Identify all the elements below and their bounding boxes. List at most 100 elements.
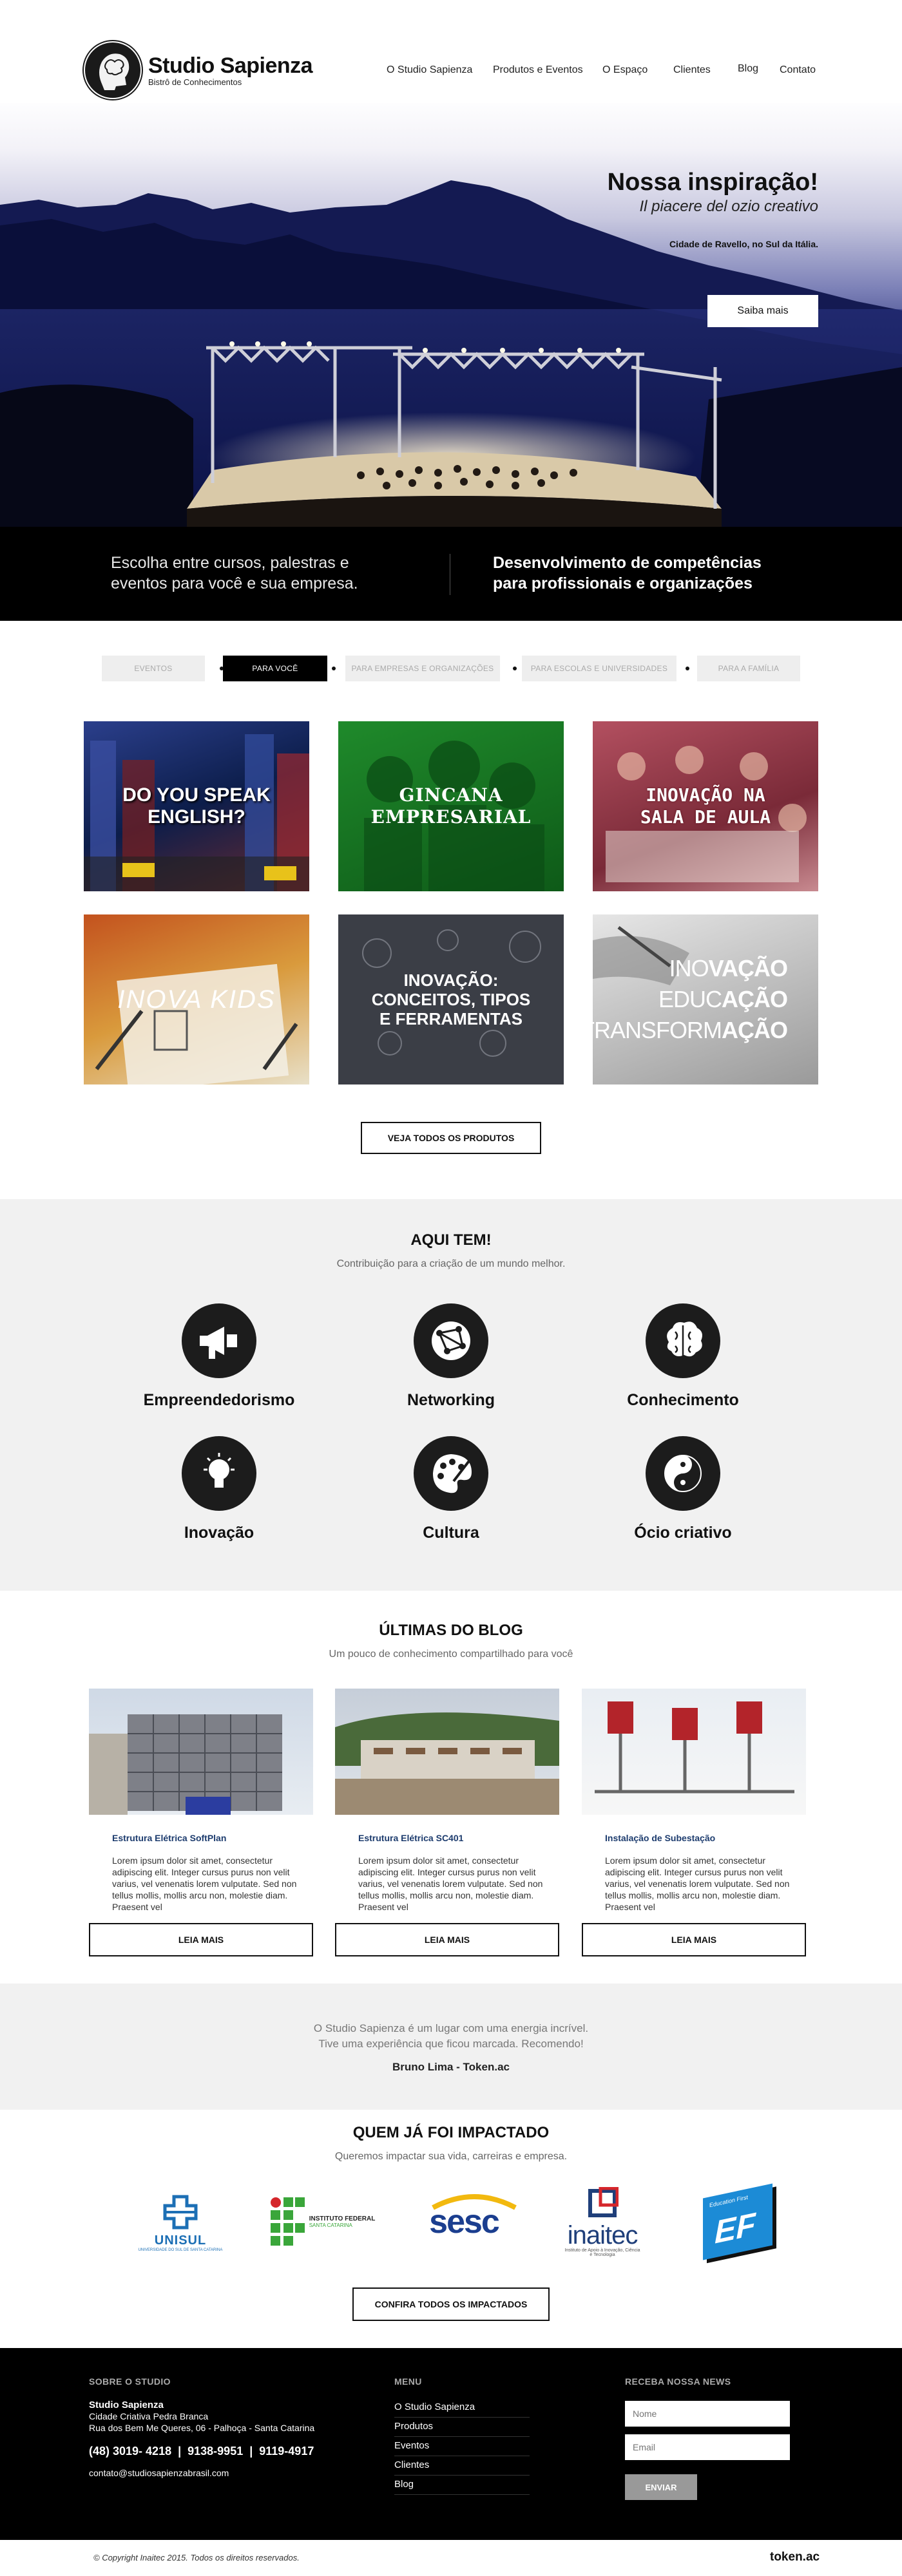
partner-caption: Education First: [709, 2193, 749, 2209]
tab-eventos[interactable]: Eventos: [102, 656, 205, 681]
partners-subtitle: Queremos impactar sua vida, carreiras e …: [334, 2151, 568, 2162]
footer-phones: (48) 3019- 4218 | 9138-9951 | 9119-4917: [89, 2445, 314, 2458]
tile-title: INOVAÇÃO NA SALA DE AULA: [640, 784, 771, 828]
nav-contato[interactable]: Contato: [780, 64, 816, 76]
nav-o-studio[interactable]: O Studio Sapienza: [387, 64, 472, 76]
feature-label: Empreendedorismo: [143, 1391, 295, 1409]
leia-mais-button[interactable]: Leia mais: [335, 1923, 559, 1956]
tile-word: EDUC: [658, 986, 722, 1012]
leia-mais-button[interactable]: Leia mais: [582, 1923, 806, 1956]
partners-title: QUEM JÁ FOI IMPACTADO: [352, 2124, 550, 2141]
post-title[interactable]: Estrutura Elétrica SoftPlan: [112, 1833, 313, 1843]
hero-location: Cidade de Ravello, no Sul da Itália.: [669, 239, 818, 249]
tab-para-voce[interactable]: Para você: [223, 656, 327, 681]
footer-address-line: Rua dos Bem Me Queres, 06 - Palhoça - Sa…: [89, 2423, 315, 2433]
feature-inovacao: Inovação: [122, 1436, 316, 1542]
tab-para-escolas[interactable]: Para escolas e universidades: [522, 656, 676, 681]
lightbulb-icon: [182, 1436, 256, 1511]
strip-right-text: Desenvolvimento de competências para pro…: [493, 554, 762, 592]
blog-title: ÚLTIMAS DO BLOG: [379, 1622, 523, 1639]
post-excerpt: Lorem ipsum dolor sit amet, consectetur …: [358, 1855, 543, 1912]
blog-subtitle: Um pouco de conhecimento compartilhado p…: [329, 1649, 573, 1660]
newsletter-email-input[interactable]: [625, 2434, 790, 2460]
nav-label: O Studio Sapienza: [387, 64, 473, 75]
megaphone-icon: [182, 1303, 256, 1378]
tile-title: INOVAÇÃO: CONCEITOS, TIPOS E FERRAMENTAS: [371, 971, 531, 1028]
feature-label: Ócio criativo: [634, 1524, 732, 1542]
newsletter-name-input[interactable]: [625, 2401, 790, 2427]
hero-banner: Nossa inspiração! Il piacere del ozio cr…: [0, 97, 902, 528]
section-title: AQUI TEM!: [410, 1231, 492, 1249]
footer-company-name: Studio Sapienza: [89, 2400, 164, 2410]
tile-title: INOVA KIDS: [117, 985, 276, 1014]
quote-line: Tive uma experiência que ficou marcada. …: [318, 2038, 584, 2050]
feature-conhecimento: Conhecimento: [586, 1303, 780, 1410]
product-tile-sala-de-aula[interactable]: INOVAÇÃO NA SALA DE AULA: [593, 721, 818, 891]
product-tile-inovacao-conceitos[interactable]: INOVAÇÃO: CONCEITOS, TIPOS E FERRAMENTAS: [338, 914, 564, 1084]
partner-name: INSTITUTO FEDERAL: [309, 2215, 376, 2222]
post-title[interactable]: Estrutura Elétrica SC401: [358, 1833, 559, 1843]
veja-todos-produtos-button[interactable]: Veja todos os produtos: [361, 1122, 541, 1154]
token-credit-logo[interactable]: token.ac: [770, 2550, 820, 2564]
leia-mais-button[interactable]: Leia mais: [89, 1923, 313, 1956]
nav-blog[interactable]: Blog: [738, 63, 758, 75]
footer-about-heading: SOBRE O STUDIO: [89, 2376, 171, 2387]
features-section: AQUI TEM! Contribuição para a criação de…: [0, 1199, 902, 1591]
product-tile-english[interactable]: DO YOU SPEAK ENGLISH?: [84, 721, 309, 891]
footer-menu-eventos[interactable]: Eventos: [394, 2437, 530, 2456]
tile-word: INO: [669, 955, 709, 981]
product-tile-inovacao-educacao[interactable]: INOVAÇÃO EDUCAÇÃO TRANSFORMAÇÃO: [593, 914, 818, 1084]
substation-equipment-photo[interactable]: [582, 1689, 806, 1815]
tile-title: DO YOU SPEAK ENGLISH?: [122, 784, 271, 828]
construction-site-photo[interactable]: [335, 1689, 559, 1815]
partner-logo-ef[interactable]: Education First EF: [696, 2183, 780, 2260]
feature-networking: Networking: [354, 1303, 548, 1410]
tile-word: AÇÃO: [722, 986, 788, 1012]
nav-label: Clientes: [673, 64, 711, 75]
saiba-mais-button[interactable]: Saiba mais: [707, 295, 818, 327]
tab-para-empresas[interactable]: Para empresas e organizações: [345, 656, 500, 681]
nav-produtos-eventos[interactable]: Produtos e Eventos: [493, 64, 583, 76]
footer-menu-blog[interactable]: Blog: [394, 2476, 530, 2495]
product-tile-inova-kids[interactable]: INOVA KIDS: [84, 914, 309, 1084]
inaitec-square-icon: [588, 2186, 619, 2217]
footer-menu-clientes[interactable]: Clientes: [394, 2456, 530, 2476]
brain-icon: [646, 1303, 720, 1378]
brand-title: Studio Sapienza: [148, 53, 313, 78]
partner-logo-inaitec[interactable]: inaitec Instituto de Apoio à Inovação, C…: [551, 2183, 654, 2260]
building-scaffold-photo[interactable]: [89, 1689, 313, 1815]
product-tile-gincana[interactable]: GINCANA EMPRESARIAL: [338, 721, 564, 891]
partner-logo-sesc[interactable]: sesc: [412, 2183, 517, 2260]
site-logo[interactable]: Studio Sapienza Bistrô de Conhecimentos: [82, 40, 313, 100]
nav-o-espaco[interactable]: O Espaço: [602, 64, 648, 76]
newsletter-send-button[interactable]: ENVIAR: [625, 2474, 697, 2500]
footer-menu-o-studio[interactable]: O Studio Sapienza: [394, 2398, 530, 2418]
post-title[interactable]: Instalação de Subestação: [605, 1833, 806, 1843]
nav-label: Contato: [780, 64, 816, 75]
tile-word: TRANSFORM: [593, 1017, 722, 1043]
tab-para-familia[interactable]: Para a família: [697, 656, 800, 681]
site-footer: SOBRE O STUDIO Studio Sapienza Cidade Cr…: [0, 2348, 902, 2540]
feature-ocio-criativo: Ócio criativo: [586, 1436, 780, 1542]
feature-cultura: Cultura: [354, 1436, 548, 1542]
footer-email[interactable]: contato@studiosapienzabrasil.com: [89, 2468, 229, 2478]
partner-logo-ifsc[interactable]: INSTITUTO FEDERAL SANTA CATARINA: [264, 2183, 380, 2260]
unisul-mark-icon: [163, 2195, 198, 2230]
footer-menu-produtos[interactable]: Produtos: [394, 2418, 530, 2437]
partner-logo-unisul[interactable]: UNISUL UNIVERSIDADE DO SUL DE SANTA CATA…: [129, 2183, 232, 2260]
testimonial-quote: O Studio Sapienza é um lugar com uma ene…: [0, 2021, 902, 2052]
sesc-arc-icon: [432, 2194, 517, 2210]
tab-separator: [686, 667, 689, 670]
ifsc-grid-icon: [270, 2197, 305, 2246]
post-image: [89, 1714, 282, 1815]
blog-post: Estrutura Elétrica SoftPlan Lorem ipsum …: [89, 1689, 313, 1956]
post-image: [335, 1712, 559, 1815]
nav-clientes[interactable]: Clientes: [673, 64, 711, 76]
confira-impactados-button[interactable]: Confira todos os impactados: [352, 2287, 550, 2321]
tab-separator: [513, 667, 517, 670]
feature-empreendedorismo: Empreendedorismo: [122, 1303, 316, 1410]
site-header: Studio Sapienza Bistrô de Conhecimentos …: [0, 0, 902, 103]
brand-subtitle: Bistrô de Conhecimentos: [148, 77, 242, 87]
partner-name: inaitec: [567, 2221, 638, 2249]
testimonial-author: Bruno Lima - Token.ac: [392, 2061, 510, 2073]
